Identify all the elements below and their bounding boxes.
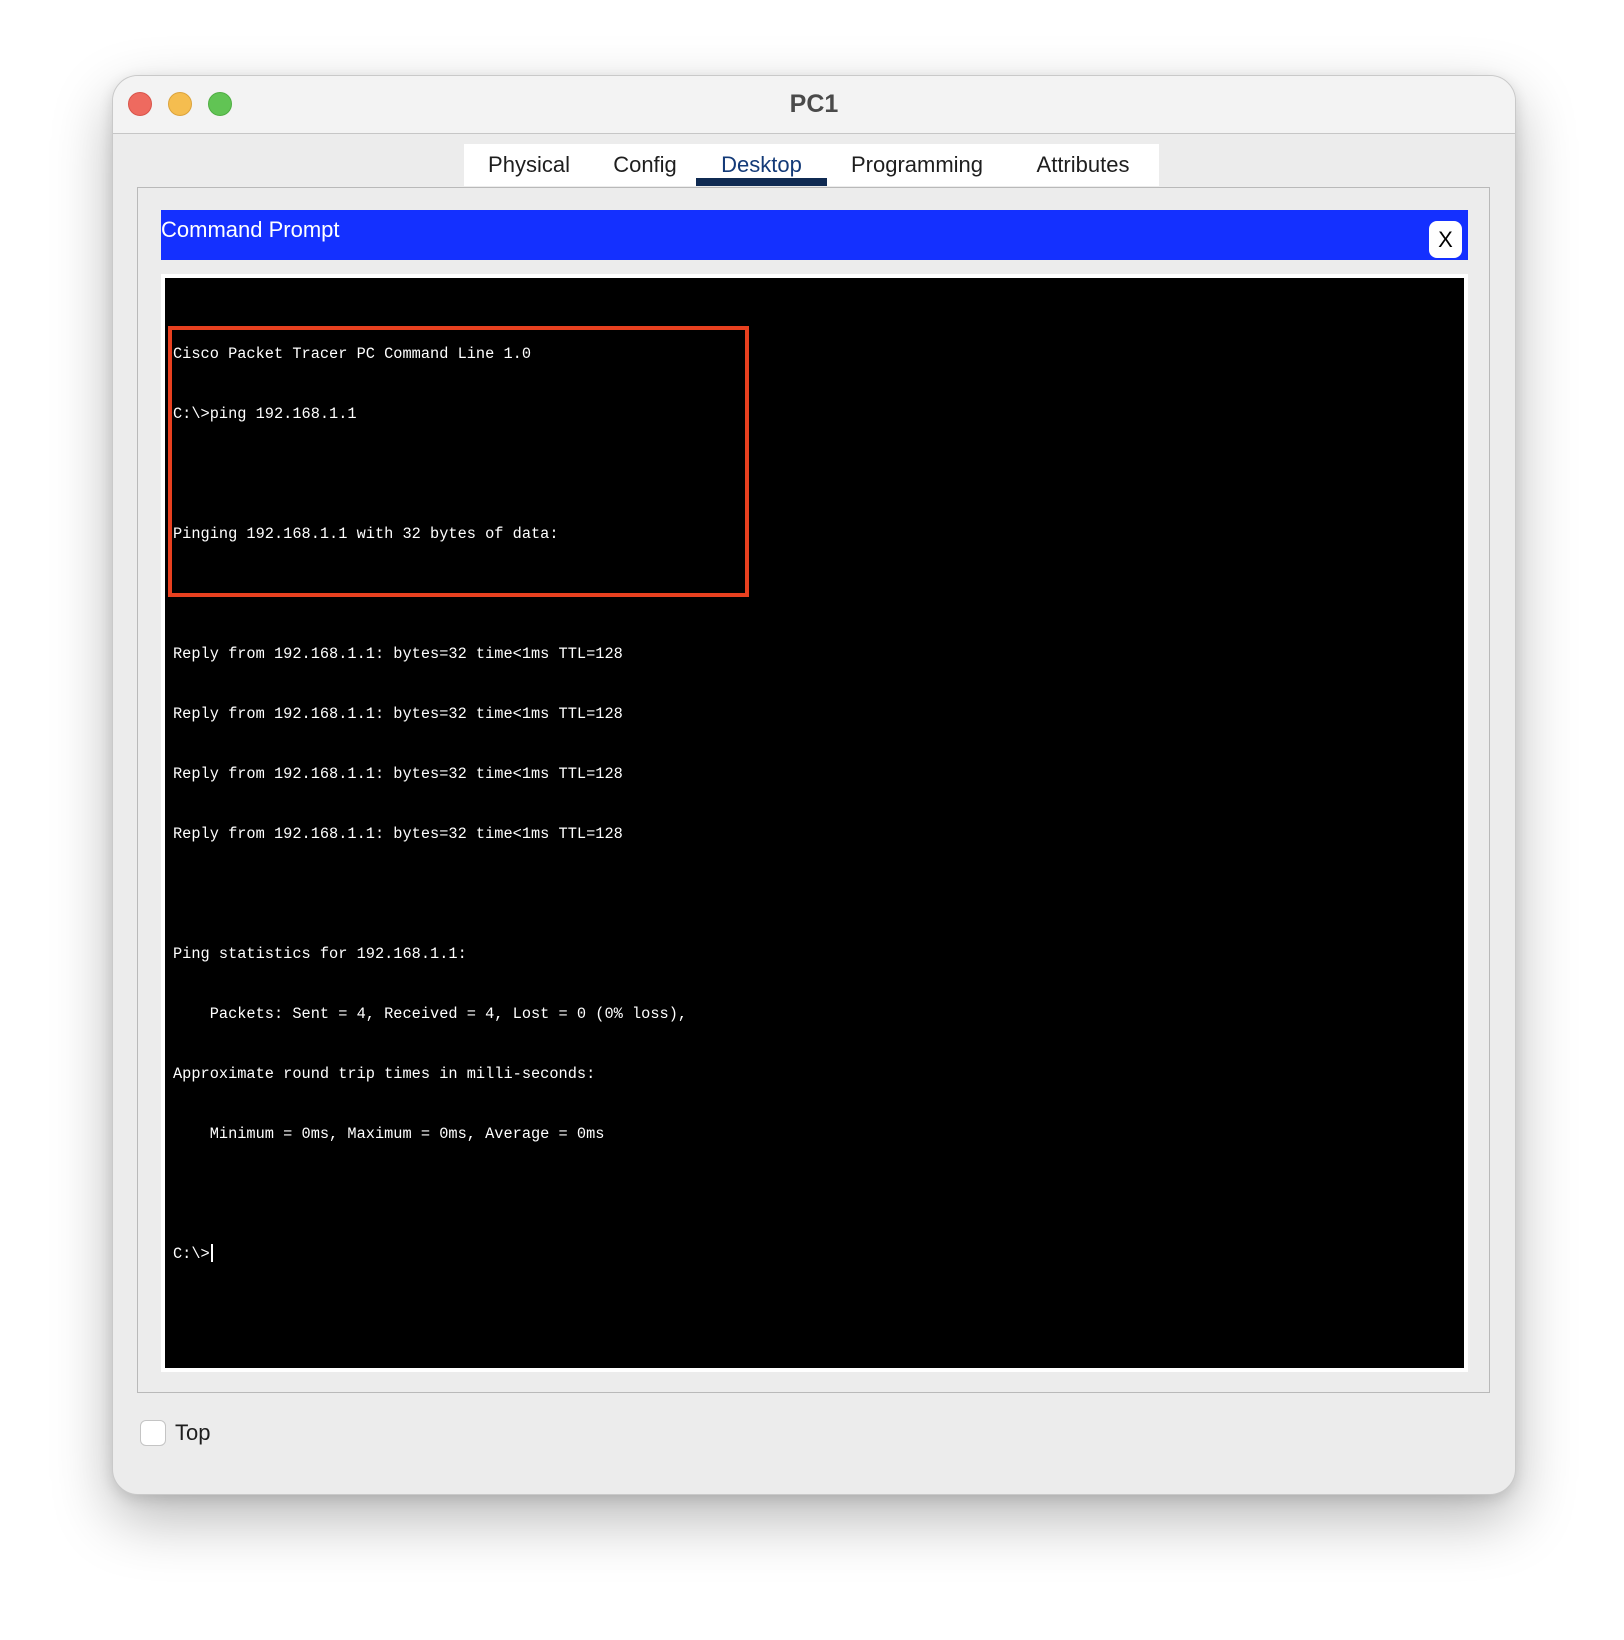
pc1-window: PC1 Physical Config Desktop Programming … — [112, 75, 1516, 1495]
desktop-content-panel: Command Prompt X Cisco Packet Tracer PC … — [137, 187, 1490, 1393]
window-title: PC1 — [789, 90, 839, 118]
tab-attributes[interactable]: Attributes — [1007, 144, 1159, 186]
terminal-line: Ping statistics for 192.168.1.1: — [173, 945, 467, 963]
top-checkbox-label[interactable]: Top — [175, 1420, 210, 1446]
top-checkbox[interactable] — [140, 1420, 166, 1446]
terminal-prompt-line[interactable]: C:\> — [173, 1244, 687, 1264]
command-prompt-header: Command Prompt X — [161, 210, 1468, 260]
tab-bar: Physical Config Desktop Programming Attr… — [464, 144, 1159, 186]
title-bar[interactable]: PC1 — [113, 76, 1515, 134]
terminal-console[interactable]: Cisco Packet Tracer PC Command Line 1.0 … — [165, 278, 1464, 1368]
terminal-line: Approximate round trip times in milli-se… — [173, 1065, 596, 1083]
command-prompt-title: Command Prompt — [161, 217, 340, 242]
close-command-prompt-button[interactable]: X — [1429, 221, 1462, 258]
highlight-annotation-box — [168, 326, 749, 597]
text-cursor — [210, 1244, 213, 1262]
tab-physical[interactable]: Physical — [464, 144, 594, 186]
terminal-line: Reply from 192.168.1.1: bytes=32 time<1m… — [173, 645, 623, 663]
terminal-line: Packets: Sent = 4, Received = 4, Lost = … — [173, 1005, 688, 1023]
tab-programming[interactable]: Programming — [827, 144, 1007, 186]
tab-desktop[interactable]: Desktop — [696, 144, 827, 186]
terminal-line: Minimum = 0ms, Maximum = 0ms, Average = … — [173, 1125, 605, 1143]
footer: Top — [140, 1420, 210, 1446]
terminal-frame: Cisco Packet Tracer PC Command Line 1.0 … — [161, 274, 1468, 1372]
terminal-line: Reply from 192.168.1.1: bytes=32 time<1m… — [173, 765, 623, 783]
tab-config[interactable]: Config — [594, 144, 696, 186]
terminal-line: Reply from 192.168.1.1: bytes=32 time<1m… — [173, 705, 623, 723]
terminal-prompt: C:\> — [173, 1245, 210, 1263]
terminal-line: Reply from 192.168.1.1: bytes=32 time<1m… — [173, 825, 623, 843]
